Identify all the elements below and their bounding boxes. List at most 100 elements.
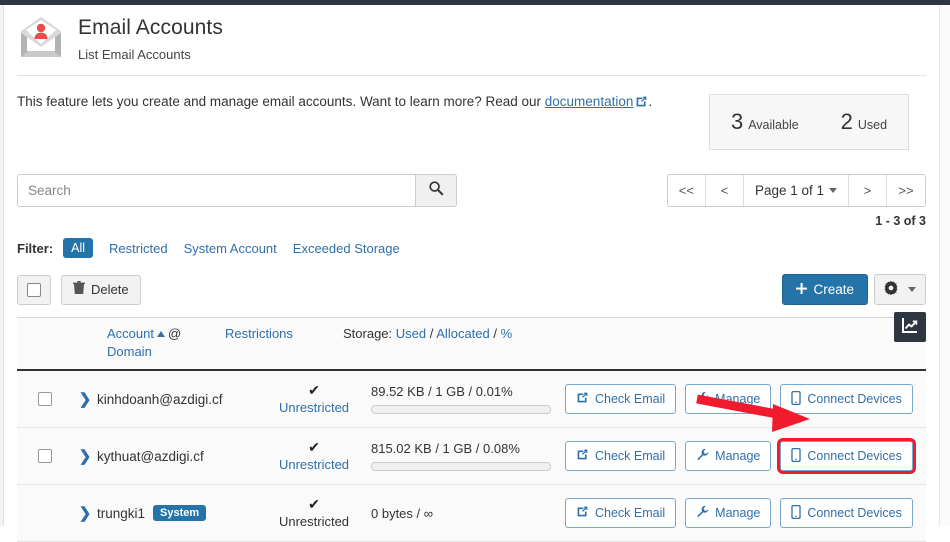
- restriction-label[interactable]: Unrestricted: [259, 457, 369, 472]
- check-icon: ✔: [259, 497, 369, 511]
- row-storage-cell: 0 bytes / ∞: [369, 506, 565, 521]
- first-page-button[interactable]: <<: [668, 175, 706, 206]
- row-select-cell: [17, 392, 73, 406]
- stat-available: 3 Available: [731, 109, 799, 135]
- pagination-area: << < Page 1 of 1 > >> 1 - 3 of 3: [667, 174, 926, 228]
- plus-icon: [796, 282, 807, 297]
- feature-description: This feature lets you create and manage …: [17, 92, 697, 114]
- row-actions-cell: Check Email Manage Connect Devices: [565, 384, 926, 414]
- manage-button[interactable]: Manage: [685, 441, 771, 471]
- wrench-icon: [696, 391, 709, 407]
- account-stats-box: 3 Available 2 Used: [709, 94, 909, 150]
- search-button[interactable]: [415, 174, 457, 207]
- connect-devices-button[interactable]: Connect Devices: [780, 441, 913, 471]
- settings-dropdown-button[interactable]: [874, 274, 926, 305]
- expand-row-chevron-icon[interactable]: ❯: [73, 504, 97, 522]
- trash-icon: [73, 281, 85, 298]
- check-email-label: Check Email: [595, 392, 665, 406]
- check-email-label: Check Email: [595, 449, 665, 463]
- table-row: ❯ kinhdoanh@azdigi.cf ✔ Unrestricted 89.…: [17, 371, 926, 428]
- sort-storage-allocated-link[interactable]: Allocated: [436, 326, 489, 341]
- create-button[interactable]: Create: [782, 274, 868, 305]
- wrench-icon: [696, 505, 709, 521]
- sort-ascending-icon: [157, 331, 165, 337]
- row-restrictions-cell: ✔ Unrestricted: [259, 440, 369, 472]
- account-email-label: trungki1: [97, 506, 145, 521]
- result-range-label: 1 - 3 of 3: [667, 214, 926, 228]
- row-checkbox[interactable]: [38, 449, 52, 463]
- row-storage-cell: 89.52 KB / 1 GB / 0.01%: [369, 384, 565, 414]
- account-email-label: kinhdoanh@azdigi.cf: [97, 392, 223, 407]
- table-header-row: Account@ Domain Restrictions Storage: Us…: [17, 318, 926, 371]
- sort-domain-link[interactable]: Domain: [107, 344, 152, 359]
- used-count: 2: [841, 109, 853, 135]
- sort-storage-used-link[interactable]: Used: [396, 326, 426, 341]
- external-link-icon[interactable]: [635, 94, 648, 114]
- external-link-icon: [576, 505, 589, 521]
- check-email-button[interactable]: Check Email: [565, 441, 676, 471]
- description-row: This feature lets you create and manage …: [5, 76, 938, 150]
- column-restrictions: Restrictions: [225, 325, 335, 343]
- expand-row-chevron-icon[interactable]: ❯: [73, 447, 97, 465]
- search-input[interactable]: [17, 174, 415, 207]
- manage-button[interactable]: Manage: [685, 384, 771, 414]
- search-icon: [428, 180, 444, 201]
- page-selector[interactable]: Page 1 of 1: [744, 175, 849, 206]
- manage-label: Manage: [715, 392, 760, 406]
- chart-icon: [901, 316, 919, 339]
- row-restrictions-cell: ✔ Unrestricted: [259, 383, 369, 415]
- page-scrollbar[interactable]: [939, 5, 950, 526]
- connect-devices-button[interactable]: Connect Devices: [780, 498, 913, 528]
- select-all-checkbox[interactable]: [17, 275, 51, 305]
- mobile-device-icon: [791, 391, 801, 408]
- stat-used: 2 Used: [841, 109, 887, 135]
- description-text-after: .: [648, 94, 652, 109]
- manage-label: Manage: [715, 506, 760, 520]
- storage-usage-label: 815.02 KB / 1 GB / 0.08%: [371, 441, 565, 456]
- filter-row: Filter: All Restricted System Account Ex…: [5, 228, 938, 258]
- next-page-button[interactable]: >: [849, 175, 887, 206]
- last-page-button[interactable]: >>: [887, 175, 925, 206]
- external-link-icon: [576, 391, 589, 407]
- sort-storage-percent-link[interactable]: %: [501, 326, 513, 341]
- wrench-icon: [696, 448, 709, 464]
- checkbox-square-icon: [27, 283, 41, 297]
- expand-row-chevron-icon[interactable]: ❯: [73, 390, 97, 408]
- account-email-label: kythuat@azdigi.cf: [97, 449, 204, 464]
- check-email-button[interactable]: Check Email: [565, 384, 676, 414]
- header-text-block: Email Accounts List Email Accounts: [78, 13, 223, 63]
- available-count: 3: [731, 109, 743, 135]
- delete-button[interactable]: Delete: [61, 275, 141, 305]
- email-account-icon: [17, 13, 65, 61]
- pagination-controls: << < Page 1 of 1 > >>: [667, 174, 926, 207]
- connect-devices-label: Connect Devices: [807, 506, 902, 520]
- restriction-label[interactable]: Unrestricted: [259, 400, 369, 415]
- primary-actions: Create: [782, 274, 926, 305]
- filter-label: Filter:: [17, 241, 53, 256]
- page-left-edge: [0, 5, 4, 526]
- sort-account-link[interactable]: Account: [107, 326, 154, 341]
- filter-option-restricted[interactable]: Restricted: [109, 241, 168, 256]
- manage-button[interactable]: Manage: [685, 498, 771, 528]
- row-checkbox[interactable]: [38, 392, 52, 406]
- search-and-pagination-row: << < Page 1 of 1 > >> 1 - 3 of 3: [5, 150, 938, 228]
- column-storage: Storage: Used / Allocated / %: [335, 325, 926, 343]
- connect-devices-button[interactable]: Connect Devices: [780, 384, 913, 414]
- row-account-cell: ❯ trungki1 System: [73, 504, 259, 522]
- connect-devices-label: Connect Devices: [807, 392, 902, 406]
- filter-option-all[interactable]: All: [63, 238, 93, 258]
- previous-page-button[interactable]: <: [706, 175, 744, 206]
- storage-chart-button[interactable]: [894, 312, 926, 342]
- email-accounts-table: Account@ Domain Restrictions Storage: Us…: [17, 317, 926, 542]
- row-actions-cell: Check Email Manage Connect Devices: [565, 498, 926, 528]
- filter-option-system-account[interactable]: System Account: [184, 241, 277, 256]
- bulk-actions-row: Delete Create: [5, 258, 938, 305]
- row-account-cell: ❯ kinhdoanh@azdigi.cf: [73, 390, 259, 408]
- check-email-button[interactable]: Check Email: [565, 498, 676, 528]
- filter-option-exceeded-storage[interactable]: Exceeded Storage: [293, 241, 400, 256]
- row-actions-cell: Check Email Manage Connect Devices: [565, 441, 926, 471]
- check-icon: ✔: [259, 440, 369, 454]
- sort-restrictions-link[interactable]: Restrictions: [225, 326, 293, 341]
- email-accounts-page: Email Accounts List Email Accounts This …: [5, 5, 938, 526]
- documentation-link[interactable]: documentation: [545, 94, 634, 109]
